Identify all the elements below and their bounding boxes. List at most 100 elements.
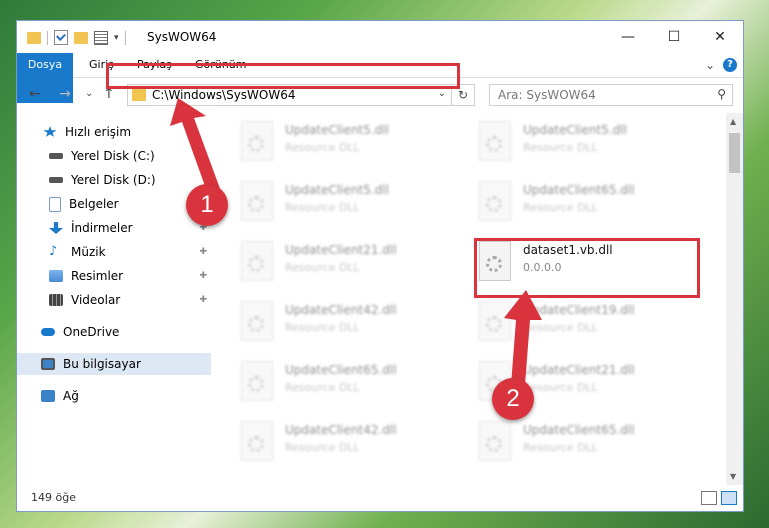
search-icon[interactable]: ⚲: [717, 87, 726, 101]
dll-file-icon: [241, 361, 273, 401]
chevron-down-icon[interactable]: ⌄: [438, 88, 446, 99]
recent-locations-button[interactable]: ⌄: [85, 88, 93, 99]
sidebar-item-label: OneDrive: [63, 325, 120, 339]
file-item[interactable]: UpdateClient5.dll Resource DLL: [217, 177, 437, 227]
file-item[interactable]: UpdateClient19.dll Resource DLL: [455, 297, 675, 347]
minimize-button[interactable]: —: [605, 21, 651, 53]
file-item[interactable]: UpdateClient65.dll Resource DLL: [455, 417, 675, 467]
file-item[interactable]: UpdateClient42.dll Resource DLL: [217, 417, 437, 467]
disk-icon: [49, 177, 63, 183]
file-item[interactable]: UpdateClient5.dll Resource DLL: [455, 117, 675, 167]
sidebar-item-pictures[interactable]: Resimler ✚: [17, 265, 211, 287]
sidebar-item-label: İndirmeler: [71, 221, 133, 235]
sidebar-item-label: Bu bilgisayar: [63, 357, 141, 371]
sidebar-item-label: Belgeler: [69, 197, 119, 211]
file-item[interactable]: UpdateClient21.dll Resource DLL: [455, 357, 675, 407]
status-bar: 149 öğe: [17, 485, 743, 511]
ribbon-expand-icon[interactable]: ⌄: [705, 58, 715, 72]
sidebar-item-downloads[interactable]: İndirmeler ✚: [17, 217, 211, 239]
sidebar-item-label: Yerel Disk (C:): [71, 149, 155, 163]
sidebar-item-label: Videolar: [71, 293, 121, 307]
file-name: UpdateClient42.dll: [285, 303, 397, 317]
file-name: UpdateClient5.dll: [523, 123, 627, 137]
properties-check-icon[interactable]: [54, 30, 68, 45]
dll-file-icon: [241, 241, 273, 281]
forward-button[interactable]: →: [59, 86, 71, 102]
step-badge-2: 2: [492, 378, 534, 420]
file-list: UpdateClient5.dll Resource DLL UpdateCli…: [217, 113, 727, 485]
computer-icon: [41, 358, 55, 370]
divider: [47, 30, 48, 45]
file-name: UpdateClient65.dll: [523, 183, 635, 197]
vertical-scrollbar[interactable]: ▲ ▼: [726, 113, 743, 485]
file-name: UpdateClient5.dll: [285, 183, 389, 197]
sidebar-item-this-pc[interactable]: Bu bilgisayar: [17, 353, 211, 375]
sidebar-item-label: Müzik: [71, 245, 106, 259]
star-icon: [43, 126, 57, 137]
file-description: Resource DLL: [285, 201, 360, 214]
customize-icon[interactable]: [94, 30, 108, 45]
file-name: UpdateClient65.dll: [523, 423, 635, 437]
file-name: UpdateClient5.dll: [285, 123, 389, 137]
help-icon[interactable]: ?: [723, 58, 737, 72]
folder-icon: [132, 89, 146, 101]
divider: [124, 30, 126, 45]
scrollbar-thumb[interactable]: [729, 133, 740, 173]
details-view-icon[interactable]: [701, 491, 717, 505]
file-description: Resource DLL: [523, 201, 598, 214]
file-item[interactable]: UpdateClient5.dll Resource DLL: [217, 117, 437, 167]
folder-icon: [27, 31, 41, 44]
dll-file-icon: [241, 301, 273, 341]
sidebar-item-label: Yerel Disk (D:): [71, 173, 156, 187]
disk-icon: [49, 153, 63, 159]
item-count: 149 öğe: [31, 491, 76, 504]
pin-icon: ✚: [199, 295, 207, 305]
step-badge-1: 1: [186, 184, 228, 226]
file-item[interactable]: UpdateClient42.dll Resource DLL: [217, 297, 437, 347]
scroll-down-icon[interactable]: ▼: [730, 472, 736, 481]
sidebar-item-onedrive[interactable]: OneDrive: [17, 321, 211, 343]
dll-file-icon: [479, 121, 511, 161]
pictures-icon: [49, 270, 63, 282]
title-bar: ▾ SysWOW64 — ☐ ✕: [17, 21, 743, 53]
network-icon: [41, 390, 55, 402]
file-name: UpdateClient65.dll: [285, 363, 397, 377]
large-icons-view-icon[interactable]: [721, 491, 737, 505]
file-description: Resource DLL: [285, 261, 360, 274]
sidebar-item-videos[interactable]: Videolar ✚: [17, 289, 211, 311]
file-description: Resource DLL: [523, 141, 598, 154]
sidebar-item-label: Ağ: [63, 389, 79, 403]
back-button[interactable]: ←: [29, 86, 41, 102]
cloud-icon: [41, 328, 55, 336]
dll-file-icon: [241, 121, 273, 161]
window-title: SysWOW64: [147, 30, 217, 44]
dll-file-icon: [479, 421, 511, 461]
quick-access-toolbar: ▾: [27, 30, 126, 45]
address-highlight: [106, 63, 460, 89]
search-placeholder: Ara: SysWOW64: [498, 88, 596, 102]
maximize-button[interactable]: ☐: [651, 21, 697, 53]
file-item[interactable]: UpdateClient21.dll Resource DLL: [217, 237, 437, 287]
sidebar-item-network[interactable]: Ağ: [17, 385, 211, 407]
download-icon: [49, 222, 63, 234]
file-description: Resource DLL: [285, 321, 360, 334]
file-description: Resource DLL: [523, 441, 598, 454]
file-item[interactable]: UpdateClient65.dll Resource DLL: [217, 357, 437, 407]
close-button[interactable]: ✕: [697, 21, 743, 53]
music-icon: ♪: [49, 244, 58, 259]
sidebar-item-label: Hızlı erişim: [65, 125, 132, 139]
chevron-down-icon[interactable]: ▾: [114, 33, 119, 43]
file-name: UpdateClient42.dll: [285, 423, 397, 437]
dll-file-icon: [241, 181, 273, 221]
file-description: Resource DLL: [285, 441, 360, 454]
pin-icon: ✚: [199, 247, 207, 257]
video-icon: [49, 294, 63, 306]
sidebar-item-label: Resimler: [71, 269, 124, 283]
file-item[interactable]: UpdateClient65.dll Resource DLL: [455, 177, 675, 227]
new-folder-icon[interactable]: [74, 31, 88, 44]
dll-file-icon: [479, 181, 511, 221]
search-input[interactable]: Ara: SysWOW64 ⚲: [489, 84, 733, 106]
file-description: Resource DLL: [285, 381, 360, 394]
sidebar-item-music[interactable]: ♪ Müzik ✚: [17, 241, 211, 263]
scroll-up-icon[interactable]: ▲: [730, 117, 736, 126]
